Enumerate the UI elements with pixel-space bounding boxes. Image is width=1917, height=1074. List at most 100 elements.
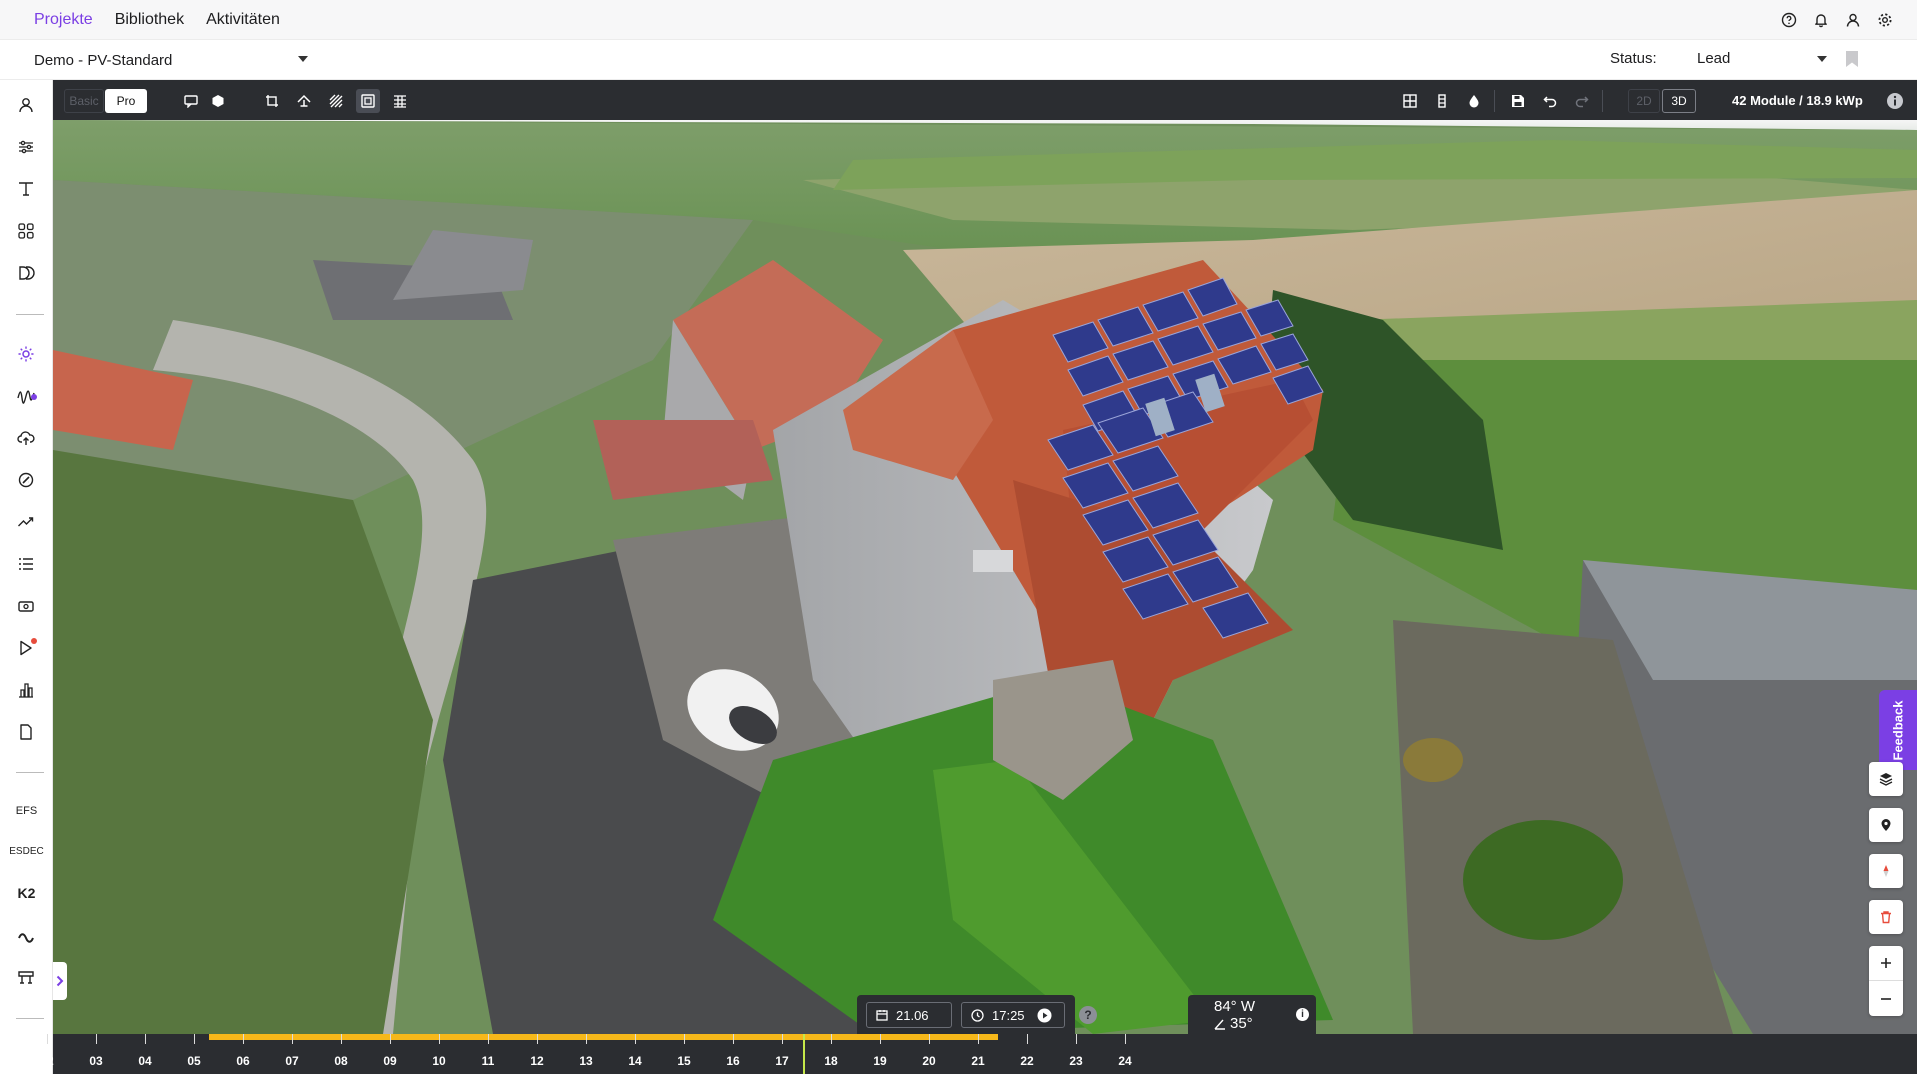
status-value: Lead — [1697, 50, 1731, 67]
left-sidebar: EFS ESDEC K2 — [0, 80, 53, 1074]
view-3d-button[interactable]: 3D — [1662, 89, 1696, 113]
person-icon[interactable] — [13, 92, 39, 118]
feedback-tab[interactable]: Feedback — [1879, 690, 1917, 770]
save-icon[interactable] — [1506, 89, 1530, 113]
roof-icon[interactable] — [292, 89, 316, 113]
list-icon[interactable] — [13, 551, 39, 577]
timeline-tick — [1027, 1034, 1028, 1044]
info-icon[interactable] — [1883, 89, 1907, 113]
top-icons — [1779, 10, 1895, 30]
layers-icon[interactable] — [13, 260, 39, 286]
project-selector[interactable]: Demo - PV-Standard — [34, 48, 308, 72]
cloud-upload-icon[interactable] — [13, 425, 39, 451]
project-name: Demo - PV-Standard — [34, 51, 173, 69]
sidebar-divider — [16, 314, 44, 315]
time-value: 17:25 — [992, 1007, 1025, 1023]
timeline-hour-label: 18 — [824, 1054, 838, 1068]
sliders-icon[interactable] — [13, 134, 39, 160]
timeline-hour-label: 05 — [187, 1054, 201, 1068]
trash-icon[interactable] — [1869, 900, 1903, 934]
redo-icon[interactable] — [1570, 89, 1594, 113]
layers-stack-icon[interactable] — [1869, 762, 1903, 796]
trend-icon[interactable] — [13, 509, 39, 535]
chart-icon[interactable] — [13, 677, 39, 703]
help-icon[interactable] — [1779, 10, 1799, 30]
hatch-icon[interactable] — [324, 89, 348, 113]
timeline-hour-label: 13 — [579, 1054, 593, 1068]
timeline-tick — [194, 1034, 195, 1044]
3d-viewport[interactable] — [53, 120, 1917, 1034]
module-frame-icon[interactable] — [356, 89, 380, 113]
timeline-hour-label: 08 — [334, 1054, 348, 1068]
timeline-hour-label: 15 — [677, 1054, 691, 1068]
mode-pro-button[interactable]: Pro — [105, 89, 147, 113]
document-icon[interactable] — [13, 719, 39, 745]
brand-efs[interactable]: EFS — [0, 805, 53, 817]
timeline-tick — [733, 1034, 734, 1044]
column-icon[interactable] — [1430, 89, 1454, 113]
zoom-out-button[interactable] — [1869, 981, 1903, 1016]
compass-icon[interactable] — [1869, 854, 1903, 888]
car-icon[interactable] — [13, 923, 39, 949]
timeline-hour-label: 24 — [1118, 1054, 1132, 1068]
grid-icon[interactable] — [13, 218, 39, 244]
module-grid-icon[interactable] — [388, 89, 412, 113]
bell-icon[interactable] — [1811, 10, 1831, 30]
sidebar-divider — [16, 1018, 44, 1019]
cube-icon[interactable] — [206, 89, 230, 113]
crop-icon[interactable] — [260, 89, 284, 113]
cash-icon[interactable] — [13, 593, 39, 619]
date-field[interactable]: 21.06 — [866, 1002, 952, 1028]
view-2d-button[interactable]: 2D — [1628, 89, 1660, 113]
top-navigation: Projekte Bibliothek Aktivitäten — [0, 0, 1917, 40]
nav-tab-projekte[interactable]: Projekte — [23, 11, 104, 29]
ruler-icon[interactable] — [13, 176, 39, 202]
toolbar-separator — [1494, 90, 1495, 112]
brand-k2[interactable]: K2 — [0, 885, 53, 901]
timeline-tick — [782, 1034, 783, 1044]
comment-icon[interactable] — [179, 89, 203, 113]
timeline-tick — [880, 1034, 881, 1044]
settings-icon[interactable] — [1875, 10, 1895, 30]
timeline-hour-label: 11 — [481, 1054, 495, 1068]
status-select[interactable]: Lead — [1697, 50, 1827, 67]
sun-timeline[interactable]: 02 03 04 05 06 07 08 09 10 11 12 13 14 15 16 17 18 19 20 21… — [40, 1034, 1917, 1074]
bookmark-icon[interactable] — [1846, 51, 1858, 67]
status-label: Status: — [1610, 50, 1657, 67]
sun-icon[interactable] — [13, 341, 39, 367]
drop-icon[interactable] — [1462, 89, 1486, 113]
info-icon[interactable]: i — [1296, 1008, 1309, 1021]
timeline-hour-label: 22 — [1020, 1054, 1034, 1068]
nav-tab-aktivitaeten[interactable]: Aktivitäten — [195, 11, 291, 29]
timeline-hour-label: 23 — [1069, 1054, 1083, 1068]
time-field[interactable]: 17:25 — [961, 1002, 1065, 1028]
map-pin-icon[interactable] — [1869, 808, 1903, 842]
timeline-tick — [243, 1034, 244, 1044]
current-time-marker[interactable] — [802, 1034, 805, 1074]
sun-control-panel: 21.06 17:25 — [857, 995, 1075, 1035]
help-button[interactable]: ? — [1079, 1006, 1097, 1024]
timeline-tick — [1076, 1034, 1077, 1044]
gauge-icon[interactable] — [13, 467, 39, 493]
minus-icon — [1881, 997, 1891, 1000]
mounting-icon[interactable] — [13, 964, 39, 990]
notification-dot — [31, 638, 37, 644]
timeline-tick — [47, 1034, 48, 1044]
brand-esdec[interactable]: ESDEC — [0, 846, 53, 857]
toolbar-separator — [1602, 90, 1603, 112]
user-icon[interactable] — [1843, 10, 1863, 30]
timeline-hour-label: 06 — [236, 1054, 250, 1068]
mode-basic-button[interactable]: Basic — [64, 89, 104, 113]
expand-panel-button[interactable] — [53, 962, 67, 1000]
zoom-in-button[interactable] — [1869, 946, 1903, 981]
timeline-hour-label: 04 — [138, 1054, 152, 1068]
orientation-panel: 84° W 35° i — [1188, 995, 1316, 1035]
azimuth-value: 84° W — [1214, 998, 1256, 1015]
play-circle-icon[interactable] — [1037, 1008, 1052, 1023]
timeline-hour-label: 19 — [873, 1054, 887, 1068]
timeline-hour-label: 16 — [726, 1054, 740, 1068]
undo-icon[interactable] — [1538, 89, 1562, 113]
timeline-tick — [439, 1034, 440, 1044]
nav-tab-bibliothek[interactable]: Bibliothek — [104, 11, 195, 29]
layout-icon[interactable] — [1398, 89, 1422, 113]
